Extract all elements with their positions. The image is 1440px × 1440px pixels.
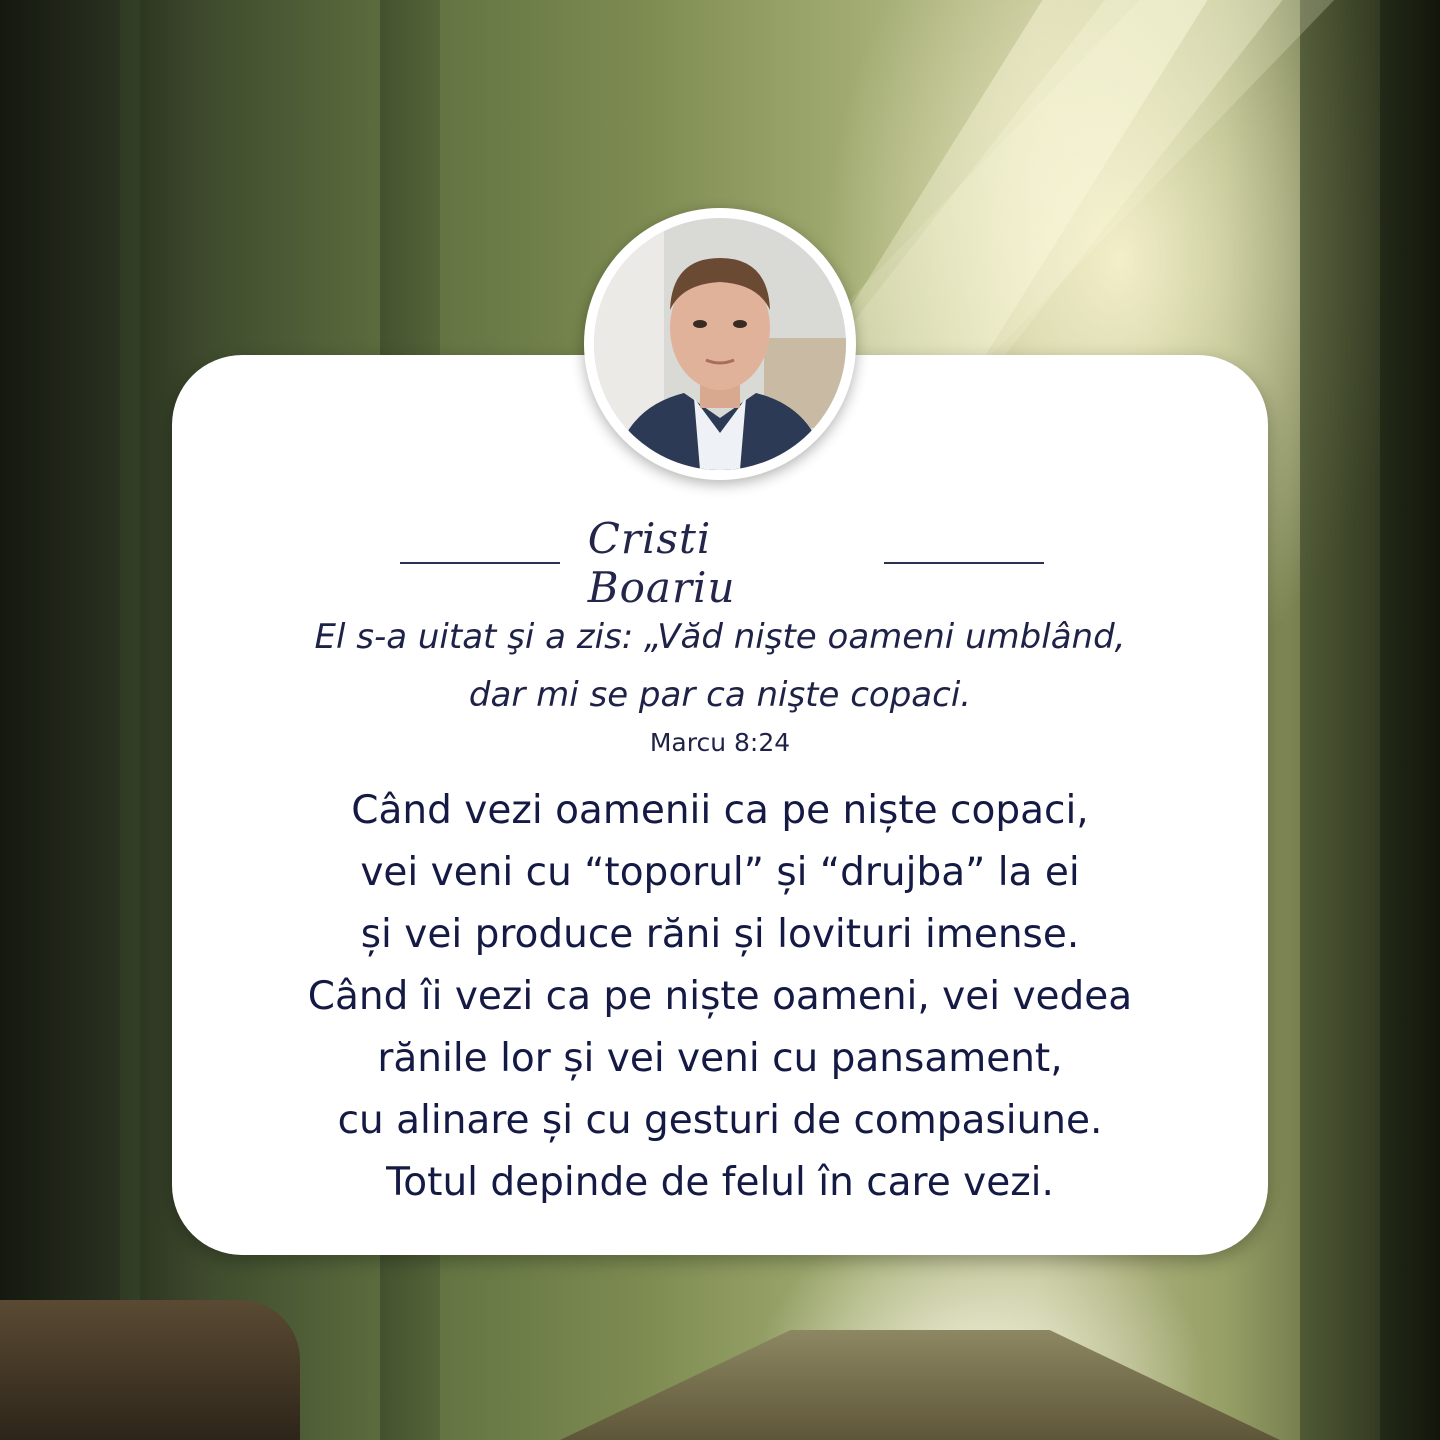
- verse-line: dar mi se par ca nişte copaci.: [468, 675, 972, 715]
- message-line: rănile lor și vei veni cu pansament,: [377, 1036, 1063, 1081]
- bible-verse: El s-a uitat şi a zis: „Văd nişte oameni…: [200, 608, 1240, 724]
- message-line: cu alinare și cu gesturi de compasiune.: [337, 1098, 1103, 1143]
- message-line: Totul depinde de felul în care vezi.: [386, 1160, 1054, 1205]
- tree-trunk: [1380, 0, 1440, 1440]
- tree-trunk: [0, 0, 120, 1440]
- message-line: și vei produce răni și lovituri imense.: [360, 912, 1080, 957]
- avatar: [584, 208, 856, 480]
- verse-reference: Marcu 8:24: [649, 728, 791, 757]
- tree-trunk: [1300, 0, 1380, 1440]
- tree-log: [0, 1300, 300, 1440]
- forest-path: [560, 1330, 1280, 1440]
- message-line: Când vezi oamenii ca pe niște copaci,: [351, 788, 1089, 833]
- avatar-photo: [594, 218, 846, 470]
- verse-line: El s-a uitat şi a zis: „Văd nişte oameni…: [314, 617, 1126, 657]
- divider-right: [884, 562, 1045, 564]
- author-header: Cristi Boariu: [400, 514, 1045, 612]
- message-line: vei veni cu “toporul” și “drujba” la ei: [360, 850, 1080, 895]
- author-name: Cristi Boariu: [587, 514, 736, 612]
- person-portrait-icon: [594, 218, 846, 470]
- message-text: Când vezi oamenii ca pe niște copaci, ve…: [190, 780, 1250, 1214]
- message-line: Când îi vezi ca pe niște oameni, vei ved…: [307, 974, 1133, 1019]
- divider-left: [400, 562, 560, 564]
